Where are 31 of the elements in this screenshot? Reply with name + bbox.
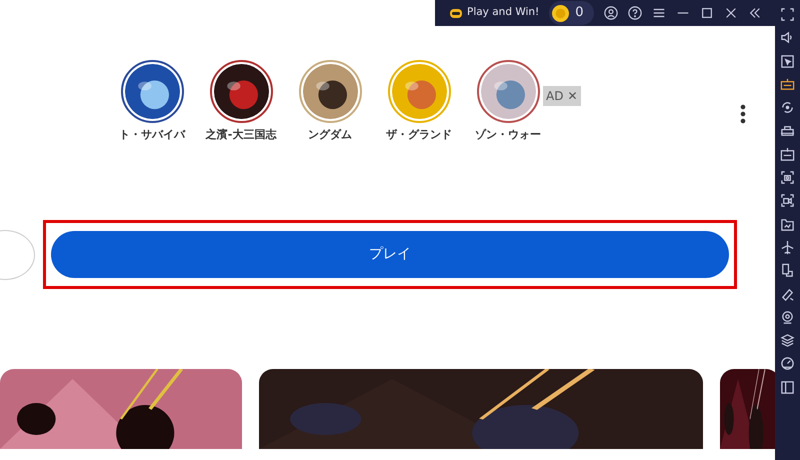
speedometer-icon[interactable]	[780, 356, 795, 372]
game-title: ザ・グランド	[386, 127, 452, 143]
location-icon[interactable]	[780, 310, 795, 325]
eraser-icon[interactable]	[780, 286, 795, 302]
cursor-icon[interactable]	[780, 54, 795, 69]
game-title: ングダム	[308, 127, 352, 143]
devices-icon[interactable]	[780, 263, 795, 278]
coin-icon	[552, 4, 570, 22]
account-icon[interactable]	[604, 6, 618, 20]
fullscreen-icon[interactable]	[780, 7, 795, 22]
more-icon[interactable]	[740, 104, 746, 124]
coin-counter[interactable]: 0	[549, 1, 594, 25]
airplane-icon[interactable]	[780, 240, 795, 255]
game-title: 之濱-大三国志	[206, 127, 276, 143]
menu-icon[interactable]	[652, 6, 666, 20]
ad-close-button[interactable]: ✕	[567, 87, 578, 105]
game-title: ゾン・ウォー	[475, 127, 541, 143]
panel-icon[interactable]	[780, 380, 795, 395]
play-button[interactable]: プレイ	[51, 231, 729, 278]
rotate-icon[interactable]	[780, 100, 795, 116]
ad-label: AD	[546, 88, 564, 105]
record-icon[interactable]	[780, 193, 795, 208]
maximize-icon[interactable]	[700, 6, 714, 20]
close-icon[interactable]	[724, 6, 738, 20]
screenshot-icon[interactable]	[780, 170, 795, 186]
folder-icon[interactable]	[780, 216, 795, 232]
help-icon[interactable]	[628, 6, 642, 20]
layers-icon[interactable]	[780, 333, 795, 348]
promo-link[interactable]: Play and Win!	[467, 5, 540, 21]
collapse-icon[interactable]	[748, 6, 762, 20]
game-title: ト・サバイバ	[119, 127, 185, 143]
